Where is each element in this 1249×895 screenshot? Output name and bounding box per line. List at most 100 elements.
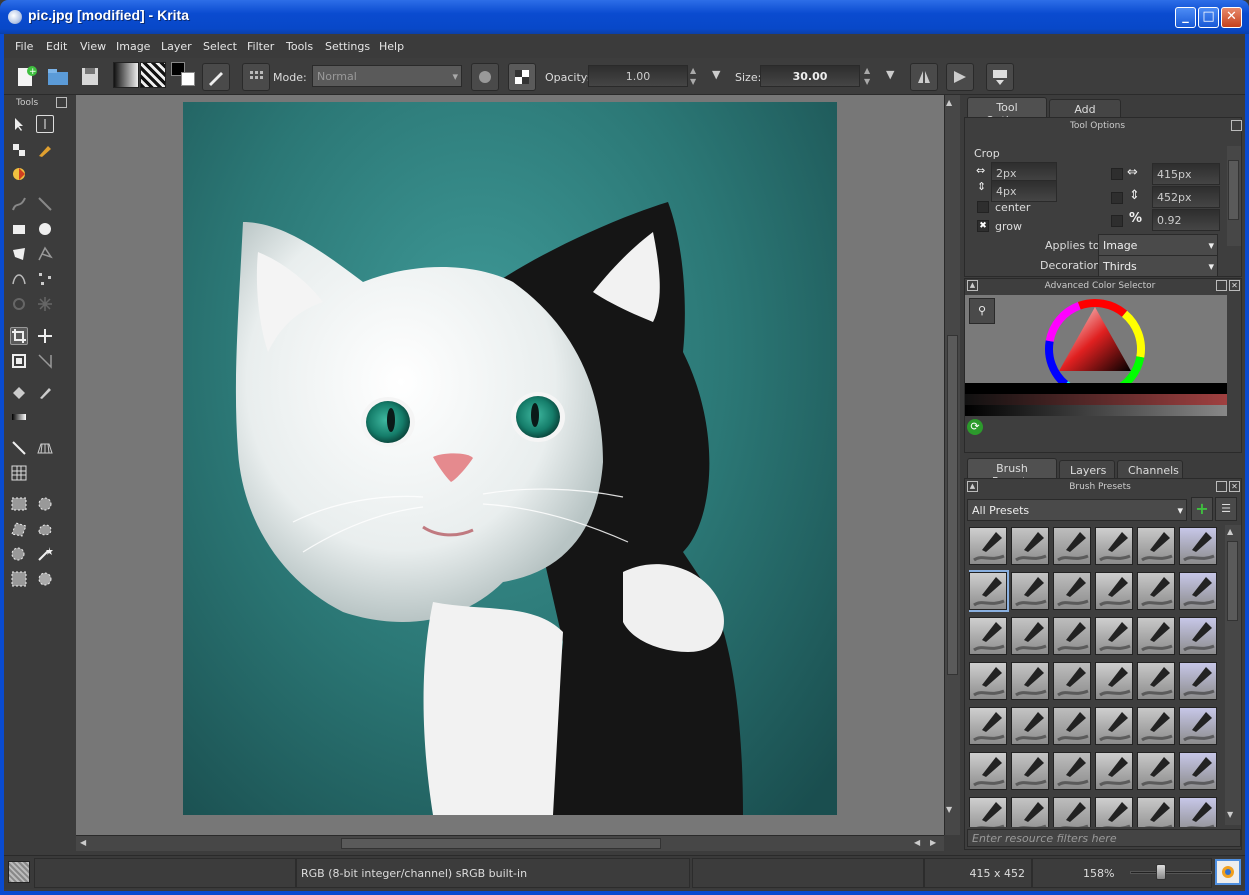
opacity-slider[interactable]: 1.00 <box>588 65 688 87</box>
brush-preset-thumbnail[interactable] <box>1095 707 1133 745</box>
erase-mode-button[interactable] <box>471 63 499 91</box>
ellipse-tool-icon[interactable] <box>36 220 54 238</box>
brush-preset-thumbnail[interactable] <box>1011 662 1049 700</box>
workspace-button[interactable] <box>986 63 1014 91</box>
dock-float-icon[interactable] <box>1216 280 1227 291</box>
brush-preset-thumbnail[interactable] <box>1053 752 1091 790</box>
brush-preset-thumbnail[interactable] <box>1179 527 1217 565</box>
collapse-icon[interactable]: ▲ <box>967 481 978 492</box>
brush-preset-thumbnail[interactable] <box>1053 527 1091 565</box>
crop-height-input[interactable]: 452px <box>1152 186 1220 208</box>
zoom-slider-handle[interactable] <box>1156 864 1166 880</box>
lock-height-checkbox[interactable] <box>1111 192 1123 204</box>
menu-help[interactable]: Help <box>379 40 404 53</box>
brush-preset-thumbnail[interactable] <box>1137 527 1175 565</box>
transform-tool-icon[interactable] <box>10 352 28 370</box>
menu-image[interactable]: Image <box>116 40 150 53</box>
select-shape-tool-icon[interactable] <box>10 115 28 133</box>
preset-filter-select[interactable]: All Presets ▾ <box>967 499 1187 521</box>
mirror-horizontal-button[interactable] <box>910 63 938 91</box>
brush-preset-thumbnail[interactable] <box>1137 797 1175 827</box>
perspective-grid-tool-icon[interactable] <box>36 439 54 457</box>
collapse-icon[interactable]: ▲ <box>967 280 978 291</box>
crop-ratio-input[interactable]: 0.92 <box>1152 209 1220 231</box>
brush-preset-thumbnail[interactable] <box>969 617 1007 655</box>
vertical-scroll-thumb[interactable] <box>947 335 958 675</box>
mirror-vertical-button[interactable] <box>946 63 974 91</box>
brush-preset-thumbnail[interactable] <box>1053 617 1091 655</box>
preset-view-mode-icon[interactable]: ☰ <box>1215 497 1237 521</box>
brush-preset-thumbnail[interactable] <box>969 707 1007 745</box>
brush-preset-thumbnail[interactable] <box>1179 617 1217 655</box>
resource-filter-input[interactable]: Enter resource filters here <box>967 829 1241 847</box>
magic-wand-tool-icon[interactable] <box>36 545 54 563</box>
color-picker-tool-icon[interactable] <box>36 383 54 401</box>
brush-preset-button[interactable] <box>202 63 230 91</box>
multibrush-tool-icon[interactable] <box>36 295 54 313</box>
shade-bar-2[interactable] <box>965 394 1227 405</box>
ellipse-select-tool-icon[interactable] <box>36 495 54 513</box>
tool-options-scrollbar[interactable] <box>1227 146 1241 246</box>
preserve-alpha-button[interactable] <box>508 63 536 91</box>
brush-preset-thumbnail[interactable] <box>969 797 1007 827</box>
brush-preset-thumbnail[interactable] <box>969 662 1007 700</box>
lock-ratio-checkbox[interactable] <box>1111 215 1123 227</box>
similar-select-tool-icon[interactable] <box>10 570 28 588</box>
brush-preset-thumbnail[interactable] <box>1137 707 1175 745</box>
menu-select[interactable]: Select <box>203 40 237 53</box>
opacity-spin-arrows[interactable]: ▲ ▼ <box>690 65 702 87</box>
brush-preset-thumbnail[interactable] <box>1179 707 1217 745</box>
measure-tool-icon[interactable] <box>36 352 54 370</box>
shade-bar-1[interactable] <box>965 383 1227 394</box>
brush-preset-thumbnail[interactable] <box>1137 617 1175 655</box>
tab-channels[interactable]: Channels <box>1117 460 1183 480</box>
polygon-select-tool-icon[interactable] <box>10 520 28 538</box>
brush-preset-thumbnail[interactable] <box>1053 797 1091 827</box>
brush-preset-thumbnail[interactable] <box>1011 797 1049 827</box>
scroll-down-icon[interactable]: ▼ <box>1227 810 1233 819</box>
brush-preset-thumbnail[interactable] <box>969 752 1007 790</box>
brush-preset-thumbnail[interactable] <box>1053 572 1091 610</box>
decoration-select[interactable]: Thirds ▾ <box>1098 255 1218 277</box>
zoom-slider-track[interactable] <box>1130 871 1212 874</box>
brush-preset-thumbnail[interactable] <box>1011 617 1049 655</box>
pattern-edit-tool-icon[interactable] <box>10 165 28 183</box>
brush-preset-thumbnail[interactable] <box>1053 707 1091 745</box>
add-preset-icon[interactable]: + <box>1191 497 1213 521</box>
menu-settings[interactable]: Settings <box>325 40 370 53</box>
path-tool-icon[interactable] <box>36 270 54 288</box>
scroll-right-icon-1[interactable]: ◀ <box>914 838 920 847</box>
tab-brush-presets[interactable]: Brush Presets <box>967 458 1057 488</box>
rectangle-tool-icon[interactable] <box>10 220 28 238</box>
line-tool-icon[interactable] <box>36 195 54 213</box>
tab-layers[interactable]: Layers <box>1059 460 1115 480</box>
applies-to-select[interactable]: Image ▾ <box>1098 234 1218 256</box>
tab-tool-options[interactable]: Tool Options <box>967 97 1047 127</box>
brush-preset-thumbnail[interactable] <box>1011 707 1049 745</box>
color-picker-icon[interactable]: ⚲ <box>969 298 995 324</box>
blend-mode-select[interactable]: Normal ▾ <box>312 65 462 87</box>
background-color-swatch[interactable] <box>181 72 195 86</box>
size-spin-arrows[interactable]: ▲ ▼ <box>864 65 876 87</box>
brush-preset-thumbnail[interactable] <box>1179 572 1217 610</box>
scroll-up-icon[interactable]: ▲ <box>946 98 952 107</box>
close-button[interactable]: ✕ <box>1221 7 1242 28</box>
menu-layer[interactable]: Layer <box>161 40 192 53</box>
shade-bar-3[interactable] <box>965 405 1227 416</box>
menu-edit[interactable]: Edit <box>46 40 67 53</box>
gradient-tool-icon[interactable] <box>10 408 28 426</box>
menu-tools[interactable]: Tools <box>286 40 313 53</box>
canvas-vertical-scrollbar[interactable]: ▲ ▼ <box>944 95 960 835</box>
new-document-button[interactable]: + <box>12 63 40 91</box>
brush-preset-thumbnail[interactable] <box>1011 572 1049 610</box>
dynamic-brush-tool-icon[interactable] <box>10 295 28 313</box>
center-checkbox[interactable] <box>977 201 989 213</box>
canvas-mode-button[interactable] <box>1215 859 1241 885</box>
menu-view[interactable]: View <box>80 40 106 53</box>
dock-float-icon[interactable] <box>1231 120 1242 131</box>
contiguous-select-tool-icon[interactable] <box>10 545 28 563</box>
tool-options-scroll-thumb[interactable] <box>1228 160 1239 220</box>
ruler-tool-icon[interactable] <box>10 439 28 457</box>
rect-select-tool-icon[interactable] <box>10 495 28 513</box>
polyline-tool-icon[interactable] <box>36 245 54 263</box>
